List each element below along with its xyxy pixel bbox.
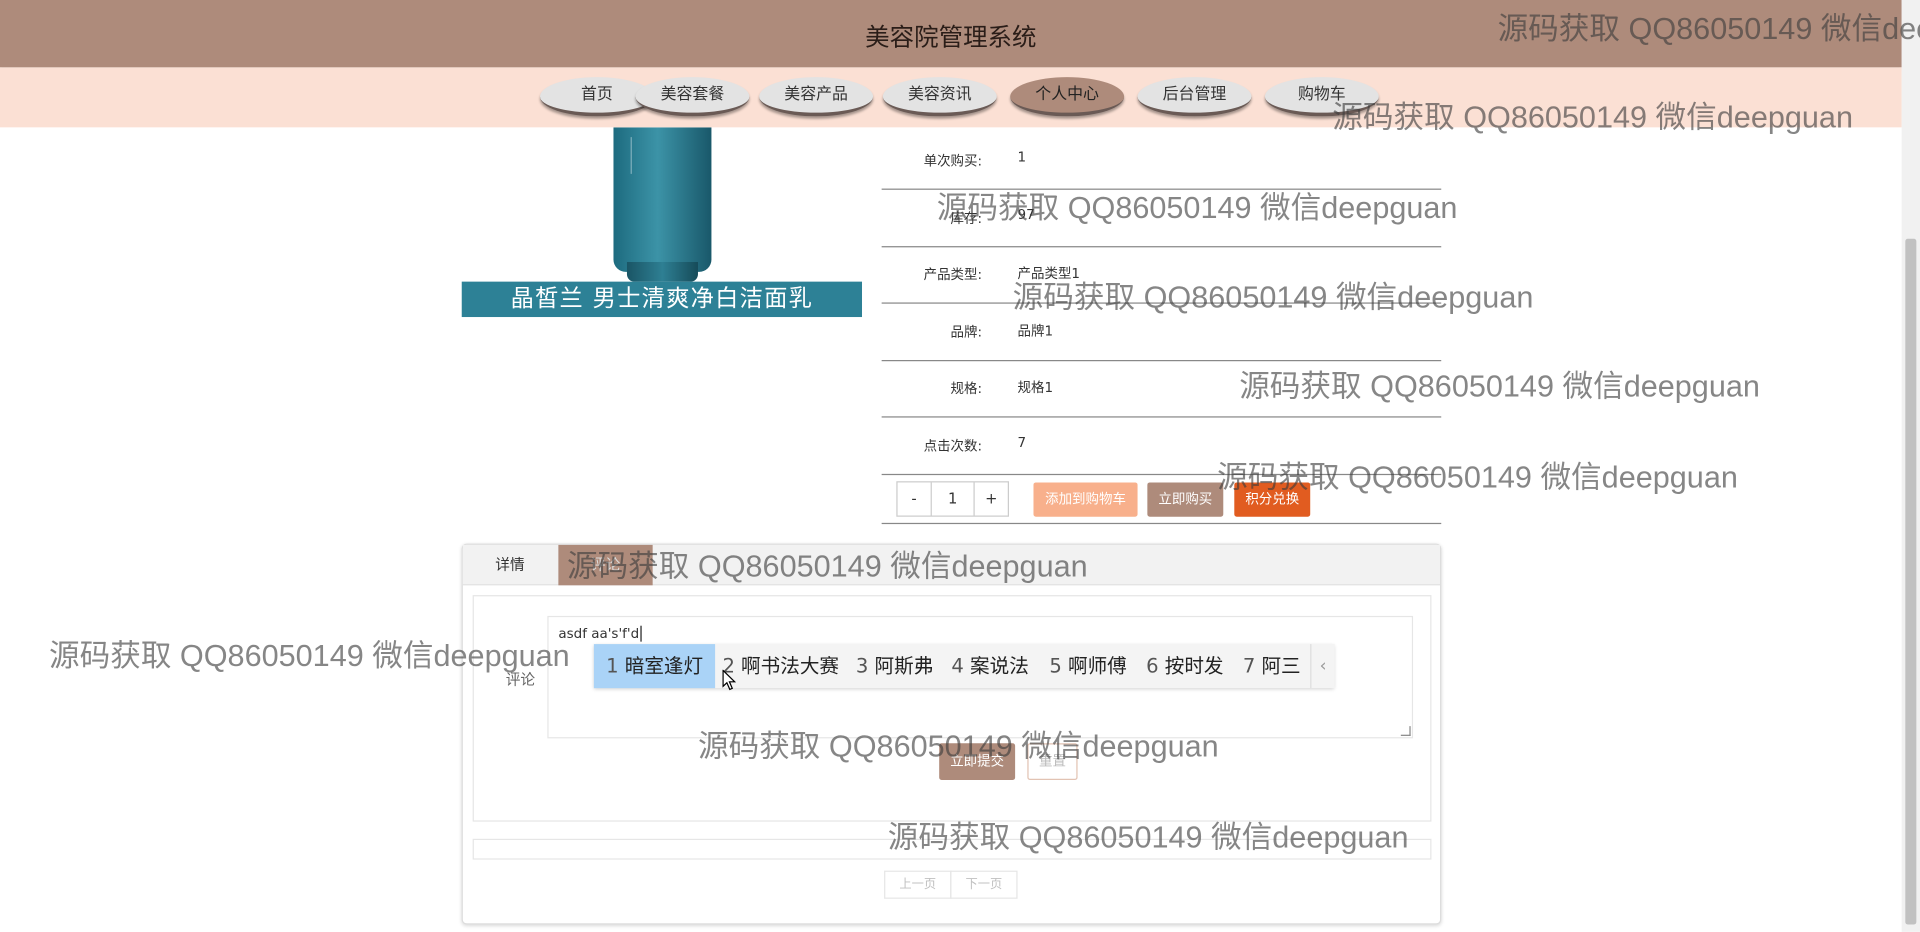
add-to-cart-button[interactable]: 添加到购物车 [1033, 482, 1138, 517]
ime-candidate[interactable]: 4 案说法 [939, 644, 1041, 688]
prev-page-button[interactable]: 上一页 [884, 870, 952, 899]
detail-value: 7 [1017, 434, 1027, 451]
detail-label: 单次购买: [923, 153, 983, 169]
page: 美容院管理系统 首页 美容套餐 美容产品 美容资讯 个人中心 后台管理 购物车 … [0, 0, 1920, 932]
detail-value: 97 [1017, 206, 1035, 223]
detail-row-click-count: 点击次数: 7 [881, 418, 1442, 476]
page-scrollbar[interactable] [1901, 0, 1920, 932]
resize-grip-icon[interactable] [1400, 726, 1411, 736]
nav-bar: 首页 美容套餐 美容产品 美容资讯 个人中心 后台管理 购物车 [0, 67, 1902, 128]
detail-row-brand: 品牌: 品牌1 [881, 304, 1442, 362]
quantity-input[interactable]: 1 [932, 482, 974, 515]
detail-row-single-purchase: 单次购买: 1 [881, 132, 1442, 190]
site-title: 美容院管理系统 [865, 22, 1037, 52]
points-redeem-button[interactable]: 积分兑换 [1234, 482, 1311, 517]
product-image: 晶皙兰 男士清爽净白洁面乳 [461, 127, 863, 318]
detail-label: 点击次数: [923, 438, 983, 455]
ime-prev-page-icon[interactable]: ‹ [1310, 644, 1334, 689]
product-name-banner: 晶皙兰 男士清爽净白洁面乳 [461, 281, 863, 318]
detail-label: 品牌: [950, 324, 983, 341]
submit-comment-button[interactable]: 立即提交 [939, 743, 1016, 781]
detail-label: 产品类型: [923, 266, 983, 283]
reset-button[interactable]: 重置 [1027, 743, 1078, 781]
buy-now-button[interactable]: 立即购买 [1147, 482, 1224, 517]
ime-candidate[interactable]: 6 按时发 [1134, 644, 1236, 688]
next-page-button[interactable]: 下一页 [950, 870, 1018, 899]
comment-text: asdf aa's'f'd [558, 625, 640, 642]
detail-row-stock: 库存: 97 [881, 190, 1442, 248]
detail-value: 产品类型1 [1017, 265, 1081, 282]
quantity-decrease-button[interactable]: - [898, 482, 932, 516]
detail-value: 品牌1 [1017, 323, 1054, 340]
ime-candidate-bar: 1 暗室逢灯 2 啊书法大赛 3 阿斯弗 4 案说法 5 啊师傅 6 按时发 7 阿三 ‹ [593, 644, 1335, 689]
nav-item-cart[interactable]: 购物车 [1264, 77, 1379, 117]
tab-comment[interactable]: 评论 [558, 544, 653, 586]
detail-comment-tabs: 详情 评论 评论 asdf aa's'f'd 立即提交 重置 上一页 下一页 [461, 543, 1442, 925]
mouse-cursor-icon [722, 669, 736, 691]
product-tube-cap [626, 262, 698, 282]
detail-row-spec: 规格: 规格1 [881, 360, 1442, 418]
ime-candidate[interactable]: 3 阿斯弗 [844, 644, 946, 688]
detail-label: 库存: [950, 210, 983, 227]
scrollbar-thumb[interactable] [1905, 238, 1917, 925]
text-caret [640, 625, 642, 642]
ime-candidate[interactable]: 5 啊师傅 [1037, 644, 1139, 688]
tab-header: 详情 评论 [462, 544, 1441, 586]
tab-detail[interactable]: 详情 [463, 545, 557, 585]
ime-candidate[interactable]: 1 暗室逢灯 [593, 644, 716, 689]
ime-candidate[interactable]: 7 阿三 [1231, 644, 1313, 688]
comment-list [472, 838, 1432, 860]
comment-form: 评论 asdf aa's'f'd 立即提交 重置 [472, 595, 1432, 822]
nav-item-personal-center[interactable]: 个人中心 [1010, 77, 1125, 117]
detail-row-product-type: 产品类型: 产品类型1 [881, 246, 1442, 304]
detail-value: 1 [1017, 149, 1027, 166]
nav-item-admin[interactable]: 后台管理 [1137, 77, 1252, 117]
nav-item-beauty-news[interactable]: 美容资讯 [882, 77, 997, 117]
detail-label: 规格: [950, 380, 983, 397]
header: 美容院管理系统 [0, 0, 1902, 68]
quantity-stepper: - 1 + [896, 481, 1009, 517]
quantity-increase-button[interactable]: + [973, 482, 1007, 516]
comment-label: 评论 [505, 671, 536, 689]
nav-item-beauty-products[interactable]: 美容产品 [759, 77, 874, 117]
nav-item-beauty-packages[interactable]: 美容套餐 [635, 77, 750, 117]
detail-value: 规格1 [1017, 379, 1054, 396]
product-tube-label [630, 137, 690, 174]
